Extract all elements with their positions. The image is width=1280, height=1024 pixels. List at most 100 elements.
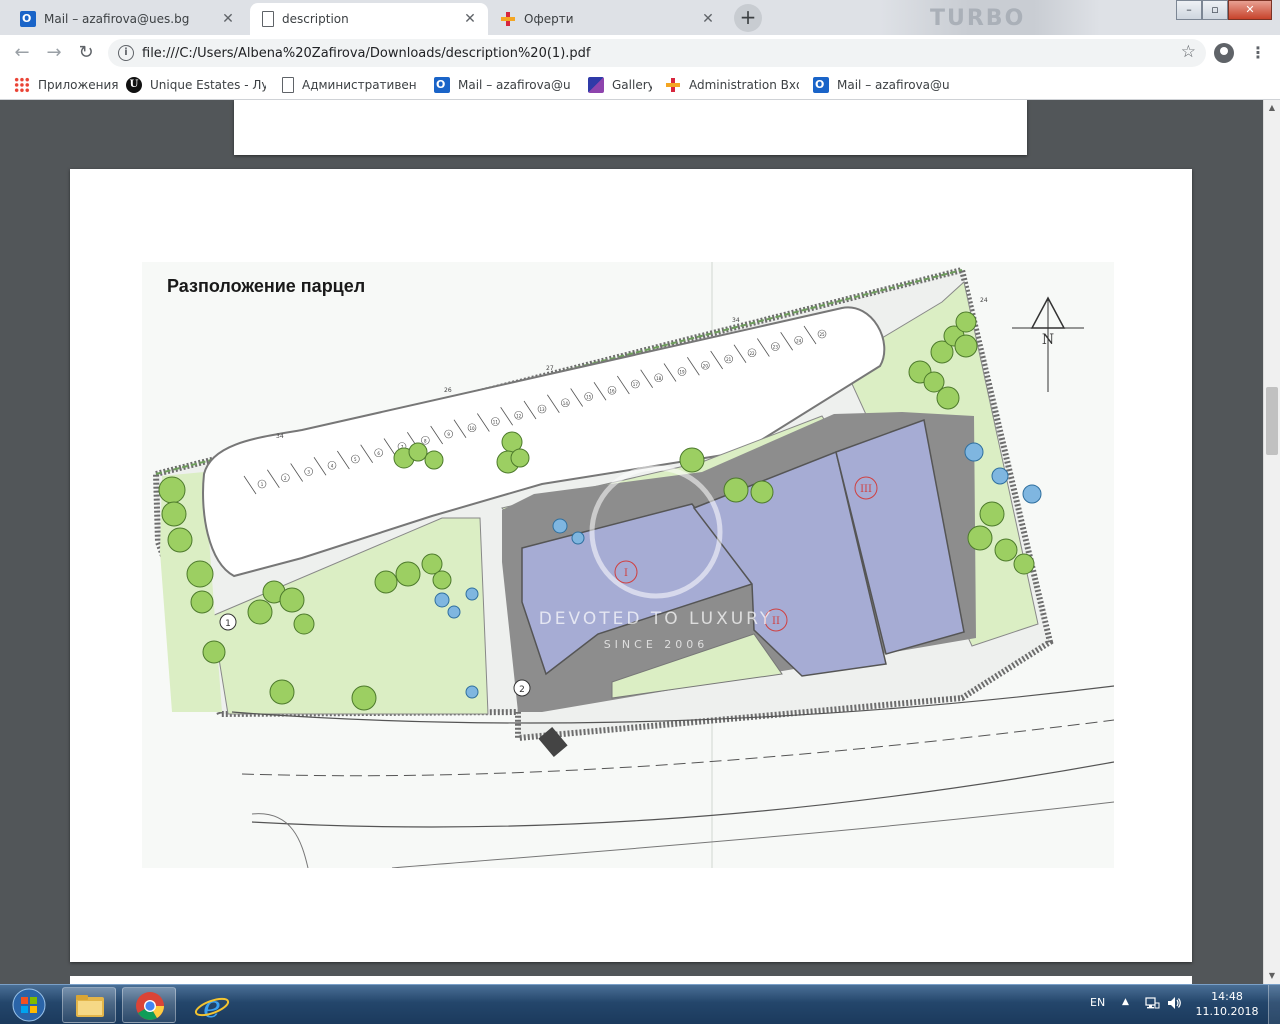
close-tab-icon[interactable]: ✕ (700, 11, 716, 27)
maximize-button[interactable]: ▫ (1202, 0, 1228, 20)
tree-symbol (750, 480, 774, 504)
tab-strip: Mail – azafirova@ues.bg ✕ description ✕ … (0, 0, 1280, 35)
page-title: Разположение парцел (167, 276, 366, 296)
parking-stall-number: 23 (773, 345, 779, 350)
vertical-scrollbar[interactable]: ▲ ▼ (1263, 100, 1280, 984)
bookmark-administration[interactable]: Administration Вход (665, 75, 799, 95)
browser-toolbar: ← → ↻ i ☆ ⋮ (0, 35, 1280, 70)
tree-symbol (954, 334, 978, 358)
outlook-icon (434, 77, 450, 93)
network-icon[interactable] (1144, 995, 1160, 1011)
new-tab-button[interactable]: + (734, 4, 762, 32)
pdf-viewer[interactable]: Разположение парцел I II III 1 2 34 27 2… (0, 100, 1280, 984)
shrub-symbol (465, 685, 479, 699)
parking-stall-number: 3 (307, 470, 310, 475)
url-input[interactable] (142, 43, 1162, 63)
parking-stall-number: 15 (586, 395, 592, 400)
tree-symbol (1013, 553, 1035, 575)
close-window-button[interactable]: ✕ (1228, 0, 1272, 20)
bookmark-label: Gallery (612, 78, 652, 92)
clock-time: 14:48 (1211, 990, 1243, 1003)
tree-symbol (936, 386, 960, 410)
pdf-page: Разположение парцел I II III 1 2 34 27 2… (70, 169, 1192, 962)
shrub-symbol (991, 467, 1009, 485)
start-button[interactable] (2, 986, 56, 1024)
volume-icon[interactable] (1166, 995, 1182, 1011)
document-icon (262, 11, 274, 27)
outlook-icon (20, 11, 36, 27)
bookmark-mail-2[interactable]: Mail – azafirova@ues (813, 75, 949, 95)
compass-letter: N (1042, 332, 1054, 348)
taskbar-internet-explorer[interactable]: e (184, 987, 238, 1024)
folder-icon (76, 995, 104, 1017)
clock-date: 11.10.2018 г. (1195, 1005, 1259, 1024)
address-bar[interactable]: i ☆ (108, 39, 1206, 67)
parking-stall-number: 24 (796, 338, 802, 343)
bookmark-gallery[interactable]: Gallery (588, 75, 652, 95)
shrub-symbol (964, 442, 984, 462)
windows-taskbar: e EN ▲ 14:48 11.10.2018 г. (0, 984, 1280, 1024)
menu-icon[interactable]: ⋮ (1248, 39, 1268, 67)
tab-strip-watermark: TURBO (880, 0, 1100, 35)
tree-symbol (723, 477, 749, 503)
scroll-thumb[interactable] (1266, 387, 1278, 455)
tab-mail[interactable]: Mail – azafirova@ues.bg ✕ (10, 3, 246, 35)
bookmark-mail[interactable]: Mail – azafirova@ues (434, 75, 570, 95)
scroll-down-arrow-icon[interactable]: ▼ (1264, 968, 1280, 984)
site-info-icon[interactable]: i (118, 45, 134, 61)
building-label: I (624, 568, 628, 579)
profile-avatar-icon[interactable] (1214, 43, 1234, 63)
bookmark-star-icon[interactable]: ☆ (1181, 42, 1196, 62)
bookmark-administrative[interactable]: Административен п (280, 75, 416, 95)
document-icon (282, 77, 294, 93)
tree-symbol (955, 311, 977, 333)
bookmarks-bar: Приложения U Unique Estates - Лук Админи… (0, 70, 1280, 100)
watermark-text: TURBO (930, 6, 1026, 31)
tree-symbol (158, 476, 186, 504)
scroll-up-arrow-icon[interactable]: ▲ (1264, 100, 1280, 116)
system-clock[interactable]: 14:48 11.10.2018 г. (1194, 989, 1260, 1024)
tree-symbol (351, 685, 377, 711)
parking-stall-number: 1 (261, 482, 264, 487)
tab-description[interactable]: description ✕ (250, 3, 488, 35)
watermark-subtext: SINCE 2006 (604, 638, 709, 651)
pdf-page-previous (234, 100, 1027, 155)
pdf-page-next (70, 976, 1192, 984)
language-indicator[interactable]: EN (1090, 996, 1105, 1009)
close-tab-icon[interactable]: ✕ (220, 11, 236, 27)
forward-button[interactable]: → (40, 39, 68, 67)
gallery-icon (588, 77, 604, 93)
show-desktop-button[interactable] (1268, 985, 1280, 1024)
tree-symbol (186, 560, 214, 588)
close-tab-icon[interactable]: ✕ (462, 11, 478, 27)
watermark-text: DEVOTED TO LUXURY (539, 609, 774, 629)
bookmark-label: Mail – azafirova@ues (837, 78, 949, 92)
parking-stall-number: 22 (749, 351, 755, 356)
tree-symbol (247, 599, 273, 625)
bookmark-apps[interactable]: Приложения (14, 75, 118, 95)
reload-button[interactable]: ↻ (72, 39, 100, 67)
minimize-button[interactable]: – (1176, 0, 1202, 20)
taskbar-chrome[interactable] (122, 987, 176, 1023)
bookmark-unique-estates[interactable]: U Unique Estates - Лук (126, 75, 266, 95)
apps-grid-icon (14, 77, 30, 93)
tree-symbol (279, 587, 305, 613)
shrub-symbol (571, 531, 585, 545)
shrub-symbol (434, 592, 450, 608)
parking-stall-number: 12 (516, 413, 522, 418)
tree-symbol (161, 501, 187, 527)
unique-logo-icon: U (126, 77, 142, 93)
tab-title: Mail – azafirova@ues.bg (44, 12, 190, 26)
parking-stall-number: 17 (633, 382, 639, 387)
back-button[interactable]: ← (8, 39, 36, 67)
taskbar-explorer[interactable] (62, 987, 116, 1023)
tree-symbol (374, 570, 398, 594)
ie-icon: e (194, 990, 230, 1024)
parcel-number: 27 (546, 365, 554, 372)
tab-offers[interactable]: Оферти ✕ (490, 3, 726, 35)
show-hidden-icons-icon[interactable]: ▲ (1122, 997, 1129, 1007)
tree-symbol (190, 590, 214, 614)
parcel-number: 34 (732, 317, 740, 324)
bookmark-label: Административен п (302, 78, 416, 92)
building-label: III (860, 484, 872, 495)
